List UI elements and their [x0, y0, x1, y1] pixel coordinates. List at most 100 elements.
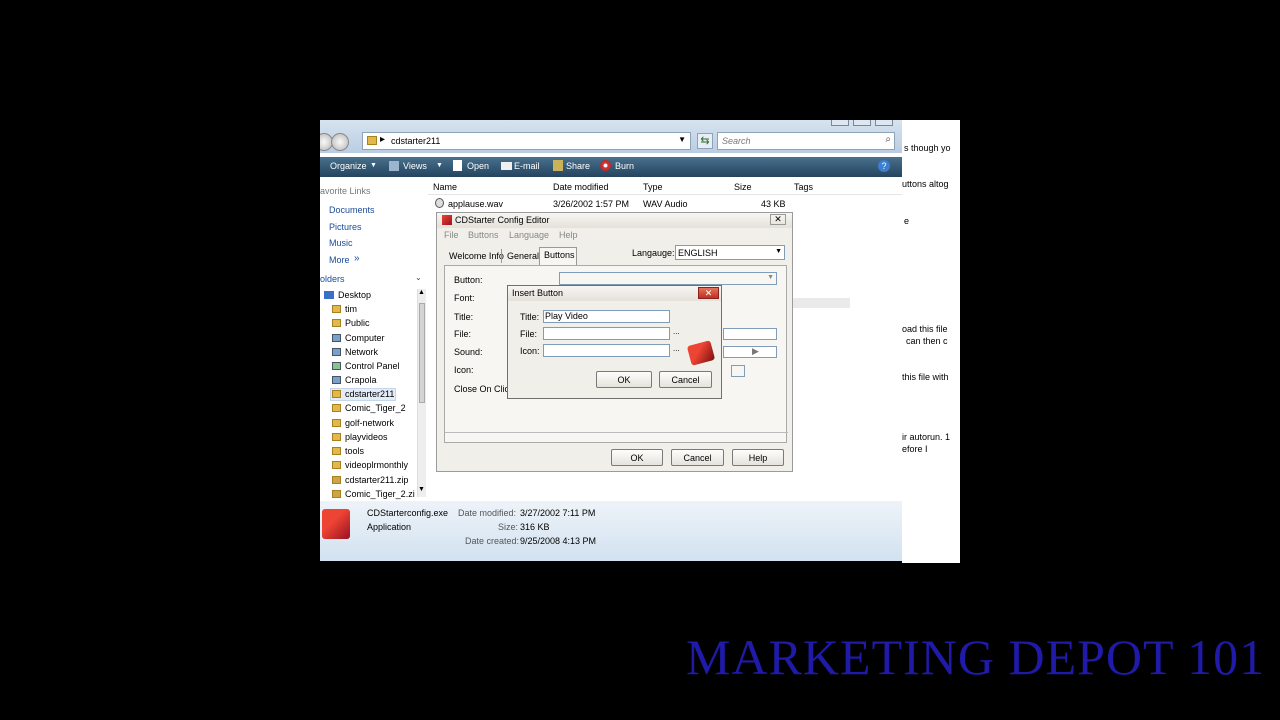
insert-cancel-button[interactable]: Cancel [659, 371, 712, 388]
menu-language[interactable]: Language [509, 230, 549, 240]
tree-item[interactable]: playvideos [345, 432, 388, 442]
tree-item[interactable]: cdstarter211.zip [345, 475, 408, 485]
insert-icon-input[interactable] [543, 344, 670, 357]
insert-file-label: File: [520, 329, 538, 339]
label-button: Button: [454, 275, 483, 285]
fav-pictures[interactable]: Pictures [329, 222, 362, 232]
tab-general[interactable]: General [507, 251, 539, 261]
tree-item[interactable]: tools [345, 446, 364, 456]
open-icon [453, 160, 462, 171]
views-menu[interactable]: Views [403, 161, 427, 171]
minimize-icon[interactable] [831, 120, 849, 126]
insert-ok-button[interactable]: OK [596, 371, 652, 388]
fav-more[interactable]: More [329, 255, 350, 265]
panel-divider [445, 432, 788, 433]
search-icon[interactable]: ⌕ [885, 134, 891, 145]
tree-item[interactable]: Control Panel [345, 361, 400, 371]
insert-file-browse-button[interactable]: ... [673, 327, 685, 340]
close-on-click-checkbox[interactable]: Close On Click [454, 384, 514, 394]
scrollbar-thumb[interactable] [419, 303, 425, 403]
maximize-icon[interactable] [853, 120, 871, 126]
tree-item[interactable]: tim [345, 304, 357, 314]
double-chevron-icon: » [354, 253, 360, 264]
cancel-button[interactable]: Cancel [671, 449, 724, 466]
insert-title-label: Title: [520, 312, 540, 322]
doc-line: e [904, 216, 910, 226]
column-type[interactable]: Type [643, 182, 663, 192]
label-icon: Icon: [454, 365, 474, 375]
refresh-icon[interactable]: ⇆ [697, 133, 713, 149]
open-button[interactable]: Open [467, 161, 489, 171]
file-field[interactable] [723, 328, 777, 340]
insert-title-input[interactable]: Play Video [543, 310, 670, 323]
tree-item-desktop[interactable]: Desktop [338, 290, 371, 300]
email-button[interactable]: E-mail [514, 161, 540, 171]
language-select[interactable]: ENGLISH ▼ [675, 245, 785, 260]
doc-line: s though yo [904, 143, 951, 153]
insert-file-input[interactable] [543, 327, 670, 340]
play-icon[interactable]: ▶ [752, 346, 759, 357]
search-input[interactable]: Search ⌕ [717, 132, 895, 150]
zip-icon [332, 490, 341, 498]
column-tags[interactable]: Tags [794, 182, 813, 192]
tree-item[interactable]: Network [345, 347, 378, 357]
tree-item[interactable]: Crapola [345, 375, 377, 385]
details-size: 316 KB [520, 522, 550, 532]
tree-scrollbar[interactable]: ▲ ▼ [417, 289, 426, 497]
menu-bar: File Buttons Language Help [437, 228, 792, 242]
column-size[interactable]: Size [734, 182, 752, 192]
scroll-up-icon[interactable]: ▲ [418, 289, 425, 296]
menu-help[interactable]: Help [559, 230, 578, 240]
address-field[interactable]: ▸ cdstarter211 ▼ [362, 132, 691, 150]
tree-item[interactable]: Comic_Tiger_2 [345, 403, 406, 413]
organize-menu[interactable]: Organize [330, 161, 367, 171]
folder-icon [332, 390, 341, 398]
close-icon[interactable] [875, 120, 893, 126]
column-date-modified[interactable]: Date modified [553, 182, 609, 192]
tree-item[interactable]: videoplrmonthly [345, 460, 408, 470]
help-icon[interactable]: ? [878, 160, 890, 172]
icon-field[interactable] [731, 365, 745, 377]
chevron-down-icon[interactable]: ▼ [678, 135, 686, 144]
menu-buttons[interactable]: Buttons [468, 230, 499, 240]
desktop-icon [324, 291, 334, 299]
scroll-down-icon[interactable]: ▼ [418, 486, 425, 493]
share-button[interactable]: Share [566, 161, 590, 171]
folders-header[interactable]: olders [320, 274, 345, 284]
menu-file[interactable]: File [444, 230, 459, 240]
help-button[interactable]: Help [732, 449, 784, 466]
tree-item[interactable]: golf-network [345, 418, 394, 428]
insert-title-value: Play Video [545, 311, 588, 321]
tree-item-selected[interactable]: cdstarter211 [345, 389, 394, 399]
folder-tree: Desktop tim Public Computer Network Cont… [320, 289, 428, 501]
fav-documents[interactable]: Documents [329, 205, 375, 215]
network-icon [332, 348, 341, 356]
chevron-down-icon[interactable]: ▼ [775, 248, 782, 255]
tree-item[interactable]: Computer [345, 333, 385, 343]
folder-icon [332, 404, 341, 412]
chevron-down-icon[interactable]: ⌄ [415, 273, 422, 282]
chevron-down-icon[interactable]: ▼ [767, 274, 774, 281]
ok-button[interactable]: OK [611, 449, 663, 466]
doc-line: this file with [902, 372, 949, 382]
close-icon[interactable]: ✕ [698, 287, 719, 299]
fav-music[interactable]: Music [329, 238, 353, 248]
insert-icon-browse-button[interactable]: ... [673, 344, 685, 357]
details-date-modified-label: Date modified: [458, 508, 517, 518]
button-select[interactable]: ▼ [559, 272, 777, 285]
cdstarter-app-icon [322, 509, 350, 539]
tab-buttons[interactable]: Buttons [544, 250, 575, 260]
burn-button[interactable]: Burn [615, 161, 634, 171]
column-name[interactable]: Name [433, 182, 457, 192]
close-icon[interactable]: ✕ [770, 214, 786, 225]
tree-item[interactable]: Public [345, 318, 370, 328]
sound-field[interactable] [723, 346, 777, 358]
forward-button[interactable] [331, 133, 349, 151]
tab-welcome-info[interactable]: Welcome Info [449, 251, 504, 261]
table-row[interactable]: applause.wav 3/26/2002 1:57 PM WAV Audio… [428, 196, 902, 210]
label-sound: Sound: [454, 347, 483, 357]
tree-item[interactable]: Comic_Tiger_2.zi [345, 489, 415, 499]
email-icon [501, 162, 512, 170]
cdstarter-app-icon [442, 215, 452, 225]
insert-titlebar: Insert Button ✕ [508, 286, 721, 301]
